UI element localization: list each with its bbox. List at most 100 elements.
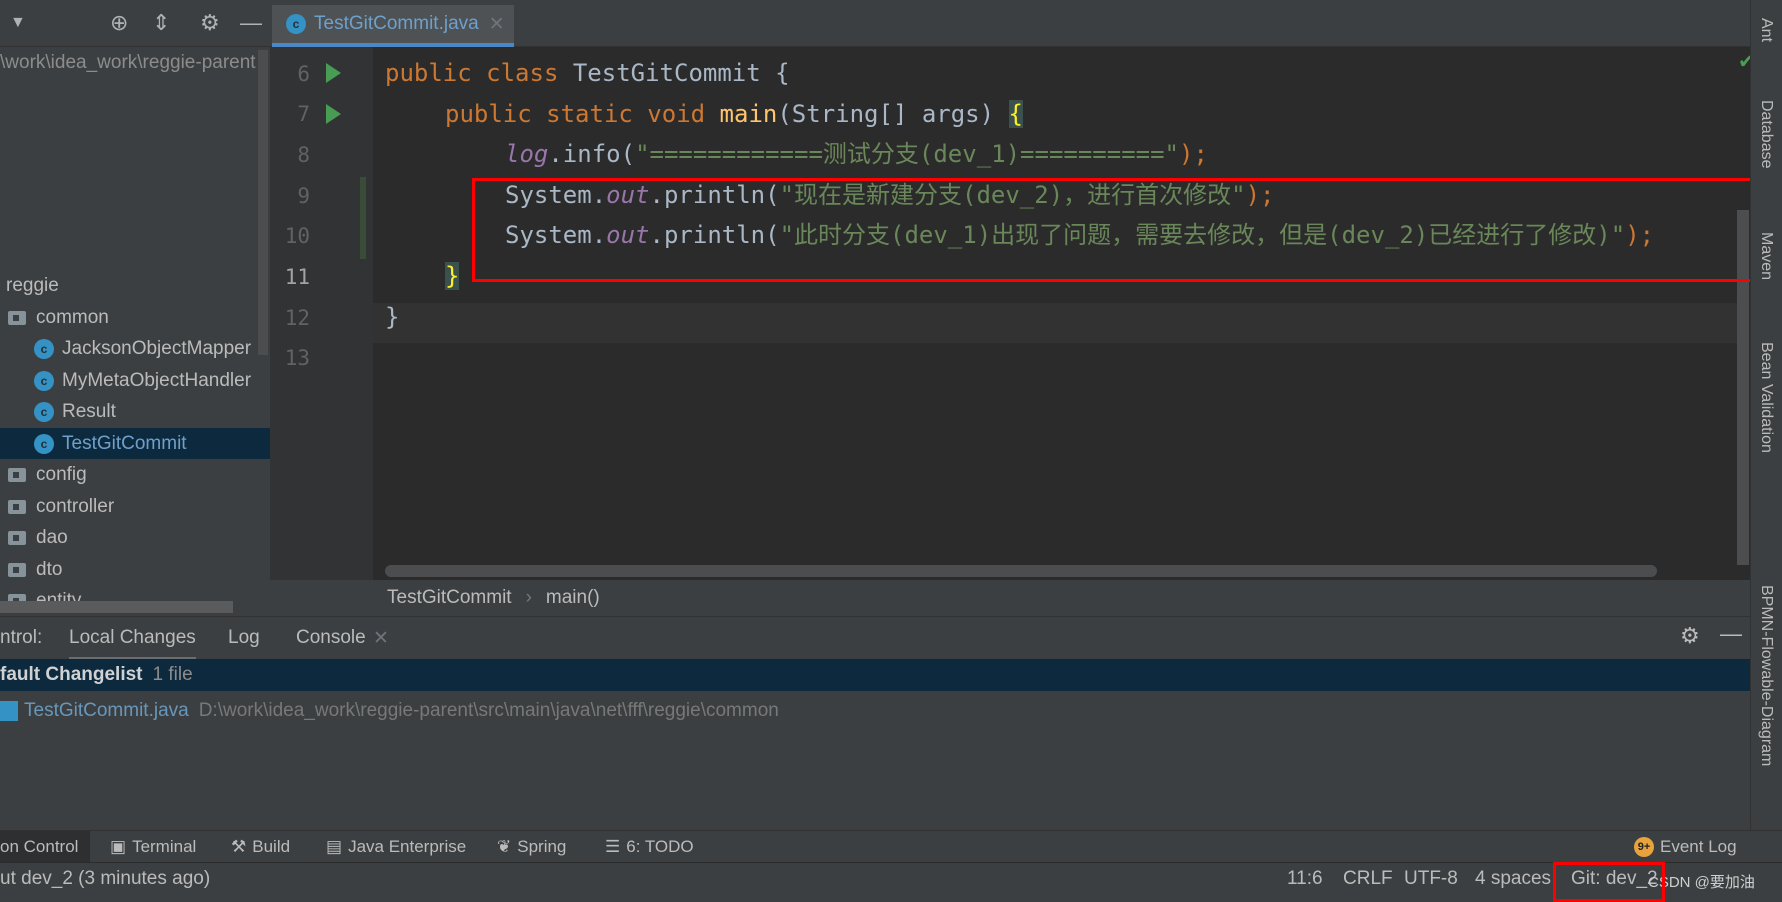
line-number: 7 xyxy=(297,102,310,126)
token: public class xyxy=(385,59,573,87)
code-line-7: public static void main(String[] args) { xyxy=(445,94,1023,134)
tool-label: Terminal xyxy=(132,837,197,856)
line-number: 8 xyxy=(297,143,310,167)
token: ); xyxy=(1179,140,1208,168)
tab-console[interactable]: Console xyxy=(296,627,366,649)
token: "============测试分支(dev_1)==========" xyxy=(635,140,1179,168)
folder-icon xyxy=(8,310,26,325)
right-tool-strip: Ant Database Maven Bean Validation BPMN-… xyxy=(1750,0,1782,862)
tool-terminal[interactable]: ▣ Terminal xyxy=(110,837,196,857)
tree-label: MyMetaObjectHandler xyxy=(62,369,252,391)
tab-local-changes[interactable]: Local Changes xyxy=(69,627,196,660)
tree-item-class-selected[interactable]: c TestGitCommit xyxy=(0,428,270,459)
close-icon[interactable]: ✕ xyxy=(373,627,389,650)
tree-label: reggie xyxy=(6,274,59,296)
tree-label: JacksonObjectMapper xyxy=(62,337,252,359)
list-icon: ☰ xyxy=(605,837,621,856)
code-editor[interactable]: 6 7 8 9 10 11 12 13 public class TestGit… xyxy=(270,47,1755,580)
tree-item-class[interactable]: c Result xyxy=(0,396,270,427)
line-separator[interactable]: CRLF xyxy=(1343,868,1393,890)
tree-item-class[interactable]: c JacksonObjectMapper xyxy=(0,333,270,364)
version-control-panel: ntrol: Local Changes Log Console ✕ ⚙ — f… xyxy=(0,616,1750,830)
line-number: 13 xyxy=(284,346,310,370)
panel-title: ntrol: xyxy=(0,627,43,648)
token: TestGitCommit { xyxy=(572,59,790,87)
highlight-box xyxy=(1553,862,1665,902)
hammer-icon: ⚒ xyxy=(231,837,247,856)
tool-build[interactable]: ⚒ Build xyxy=(231,837,290,857)
status-bar: ut dev_2 (3 minutes ago) 11:6 CRLF UTF-8… xyxy=(0,862,1782,895)
tab-log[interactable]: Log xyxy=(228,627,260,649)
tree-item-folder[interactable]: controller xyxy=(0,491,270,522)
class-icon: c xyxy=(34,433,54,454)
tool-maven[interactable]: Maven xyxy=(1757,232,1775,280)
file-encoding[interactable]: UTF-8 xyxy=(1404,868,1458,890)
tool-bean-validation[interactable]: Bean Validation xyxy=(1757,342,1775,453)
caret-position[interactable]: 11:6 xyxy=(1287,868,1323,890)
token: public static void xyxy=(445,100,720,128)
changed-file-row[interactable]: TestGitCommit.java D:\work\idea_work\reg… xyxy=(0,695,779,727)
breadcrumb: TestGitCommit › main() xyxy=(270,580,1750,616)
tool-database[interactable]: Database xyxy=(1757,100,1775,169)
folder-icon xyxy=(8,499,26,514)
editor-horizontal-scrollbar[interactable] xyxy=(385,565,1657,577)
tree-item-common[interactable]: common xyxy=(0,302,270,333)
event-log[interactable]: 9+ Event Log xyxy=(1634,837,1737,857)
code-line-12: } xyxy=(385,297,399,337)
locate-icon[interactable]: ⊕ xyxy=(110,10,128,36)
class-icon: c xyxy=(34,338,54,359)
token: .info( xyxy=(548,140,636,168)
minimize-icon[interactable]: — xyxy=(240,10,262,36)
tool-label: on Control xyxy=(0,836,79,856)
tree-item-folder[interactable]: dao xyxy=(0,522,270,553)
tool-todo[interactable]: ☰ 6: TODO xyxy=(605,837,694,857)
current-line-highlight xyxy=(373,303,1743,343)
run-icon[interactable] xyxy=(326,63,341,83)
collapse-all-icon[interactable]: ⇕ xyxy=(152,10,170,36)
enterprise-icon: ▤ xyxy=(326,837,343,856)
tree-item-class[interactable]: c MyMetaObjectHandler xyxy=(0,365,270,396)
changelist-row[interactable]: fault Changelist 1 file xyxy=(0,659,1750,691)
tab-label: TestGitCommit.java xyxy=(314,13,479,34)
tab-testgitcommit[interactable]: c TestGitCommit.java ✕ xyxy=(272,5,514,47)
project-panel: ▼ ⊕ ⇕ ⚙ — \work\idea_work\reggie-parent … xyxy=(0,0,270,615)
notification-badge: 9+ xyxy=(1634,837,1654,857)
status-message[interactable]: ut dev_2 (3 minutes ago) xyxy=(0,868,210,890)
tree-label: controller xyxy=(36,495,115,517)
tool-bpmn-diagram[interactable]: BPMN-Flowable-Diagram xyxy=(1757,585,1775,766)
gear-icon[interactable]: ⚙ xyxy=(1680,623,1700,649)
tool-label: Java Enterprise xyxy=(348,837,467,856)
highlight-box xyxy=(472,178,1756,282)
tree-label: Result xyxy=(62,400,116,422)
tool-spring[interactable]: ❦ Spring xyxy=(497,837,566,857)
breadcrumb-item[interactable]: TestGitCommit xyxy=(387,587,512,609)
breadcrumb-item[interactable]: main() xyxy=(546,587,600,609)
tree-item-reggie[interactable]: reggie xyxy=(0,270,270,301)
dropdown-icon[interactable]: ▼ xyxy=(10,14,26,32)
tool-version-control[interactable]: on Control xyxy=(0,831,91,862)
token: } xyxy=(385,303,400,331)
line-number: 9 xyxy=(297,184,310,208)
indent-setting[interactable]: 4 spaces xyxy=(1475,868,1551,890)
tool-ant[interactable]: Ant xyxy=(1757,18,1775,42)
vertical-scrollbar[interactable] xyxy=(258,50,268,355)
minimize-icon[interactable]: — xyxy=(1720,621,1742,647)
close-icon[interactable]: ✕ xyxy=(489,13,505,36)
tree-item-folder[interactable]: dto xyxy=(0,554,270,585)
tool-label: Build xyxy=(252,837,291,856)
class-icon: c xyxy=(286,14,306,34)
gear-icon[interactable]: ⚙ xyxy=(200,10,220,36)
changelist-name: fault Changelist xyxy=(0,664,143,685)
run-icon[interactable] xyxy=(326,104,341,124)
folder-icon xyxy=(8,562,26,577)
code-line-8: log.info("============测试分支(dev_1)=======… xyxy=(505,134,1208,174)
horizontal-scrollbar[interactable] xyxy=(0,601,233,613)
change-marker xyxy=(360,177,366,259)
java-file-icon xyxy=(0,701,18,721)
token: main xyxy=(719,100,778,128)
tool-label: 6: TODO xyxy=(626,837,694,856)
project-path: \work\idea_work\reggie-parent xyxy=(0,52,256,73)
tree-item-folder[interactable]: config xyxy=(0,459,270,490)
tool-java-enterprise[interactable]: ▤ Java Enterprise xyxy=(326,837,466,857)
tool-window-bar: on Control ▣ Terminal ⚒ Build ▤ Java Enterp… xyxy=(0,830,1782,862)
